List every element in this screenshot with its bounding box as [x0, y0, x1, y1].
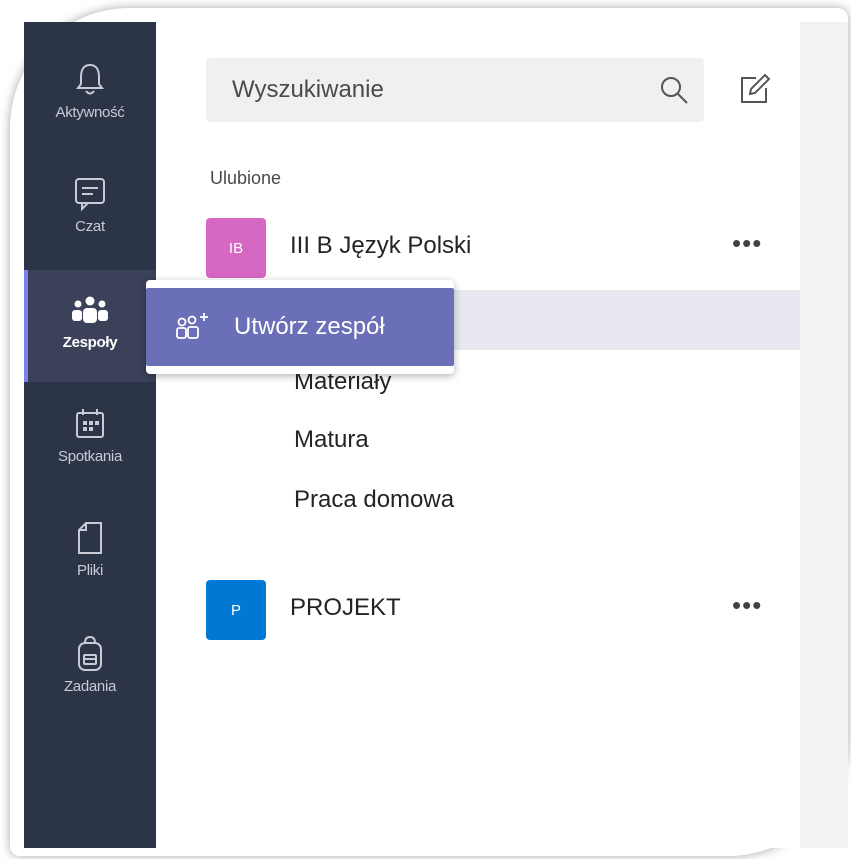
app-rail: Aktywność Czat Zespoły Spotkania Pliki Z… [24, 22, 156, 848]
chat-icon [70, 174, 110, 214]
more-options-icon[interactable]: ••• [732, 228, 762, 259]
compose-icon[interactable] [736, 72, 772, 108]
file-icon [70, 518, 110, 558]
team-avatar: IB [206, 218, 266, 278]
team-row[interactable]: IB III B Język Polski ••• [156, 218, 800, 278]
search-input[interactable] [230, 75, 634, 105]
right-pane [800, 22, 848, 848]
rail-item-label: Spotkania [57, 448, 123, 465]
bell-icon [70, 60, 110, 100]
team-row[interactable]: P PROJEKT ••• [156, 580, 800, 640]
create-team-button[interactable]: Utwórz zespół [146, 288, 454, 366]
search-icon[interactable] [658, 74, 690, 106]
rail-item-label: Zadania [63, 678, 117, 695]
create-team-label: Utwórz zespół [234, 313, 385, 340]
rail-item-meetings[interactable]: Spotkania [24, 384, 156, 496]
search-box[interactable] [206, 58, 704, 122]
add-team-icon [176, 313, 208, 339]
teams-icon [70, 290, 110, 330]
channel-item[interactable]: Matura [294, 426, 369, 454]
rail-item-label: Zespoły [62, 334, 118, 351]
backpack-icon [70, 634, 110, 674]
calendar-icon [70, 404, 110, 444]
rail-item-teams[interactable]: Zespoły [24, 270, 156, 382]
rail-item-activity[interactable]: Aktywność [24, 40, 156, 152]
rail-item-chat[interactable]: Czat [24, 154, 156, 266]
rail-item-label: Aktywność [55, 104, 125, 121]
team-name: III B Język Polski [290, 232, 472, 259]
rail-item-label: Czat [75, 218, 105, 235]
favorites-label: Ulubione [210, 168, 282, 188]
rail-item-assignments[interactable]: Zadania [24, 614, 156, 726]
rail-item-label: Pliki [76, 562, 103, 579]
active-indicator [24, 270, 28, 382]
channel-item[interactable]: Praca domowa [294, 486, 454, 514]
team-name: PROJEKT [290, 594, 401, 621]
teams-popup-menu: Utwórz zespół [146, 280, 454, 374]
more-options-icon[interactable]: ••• [732, 590, 762, 621]
rail-item-files[interactable]: Pliki [24, 498, 156, 610]
teams-panel: Ulubione IB III B Język Polski ••• Mater… [156, 22, 800, 848]
team-avatar: P [206, 580, 266, 640]
